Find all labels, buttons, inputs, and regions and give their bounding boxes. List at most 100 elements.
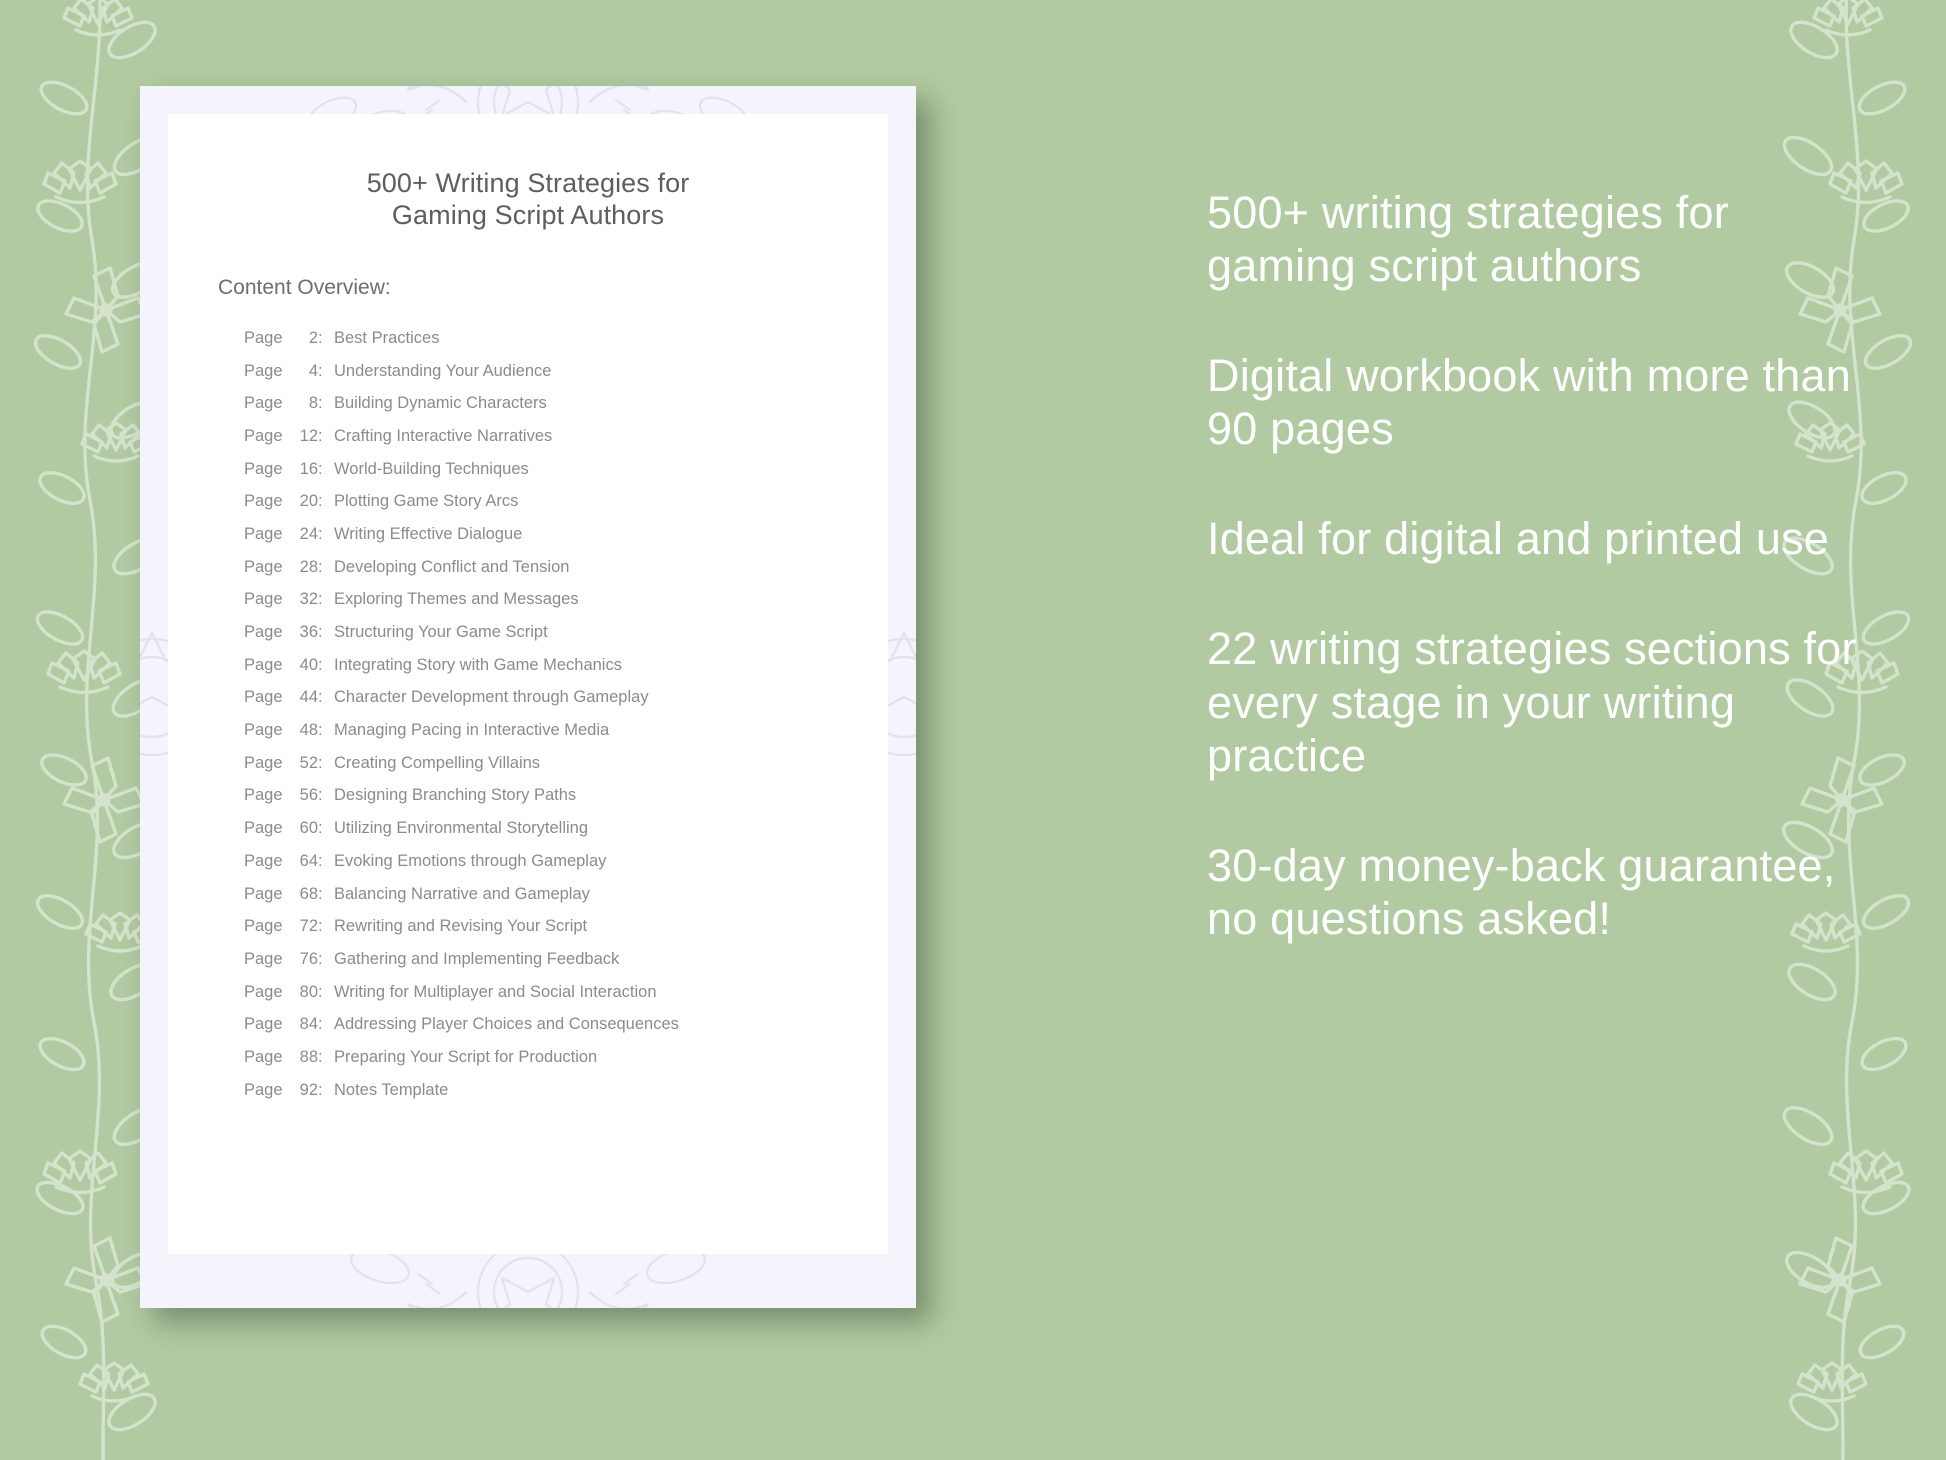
toc-entry-title: Integrating Story with Game Mechanics — [334, 655, 622, 674]
toc-entry-title: Writing Effective Dialogue — [334, 524, 523, 543]
toc-separator: : — [318, 524, 323, 543]
toc-page-word: Page — [244, 459, 283, 478]
toc-entry-title: Rewriting and Revising Your Script — [334, 917, 588, 936]
toc-entry-title: Designing Branching Story Paths — [334, 786, 577, 805]
toc-entry: Page 28: Developing Conflict and Tension — [244, 551, 888, 584]
toc-page-number: 12 — [299, 426, 318, 445]
toc-entry-title: Balancing Narrative and Gameplay — [334, 884, 590, 903]
toc-entry: Page 48: Managing Pacing in Interactive Me… — [244, 714, 888, 747]
toc-entry: Page 72: Rewriting and Revising Your Scrip… — [244, 910, 888, 943]
toc-separator: : — [318, 1080, 323, 1099]
toc-page-word: Page — [244, 655, 283, 674]
poster-canvas: 500+ Writing Strategies for Gaming Scrip… — [0, 0, 1946, 1460]
toc-entry-title: Writing for Multiplayer and Social Inter… — [334, 982, 657, 1001]
toc-page-number: 40 — [299, 655, 318, 674]
toc-entry: Page 56: Designing Branching Story Paths — [244, 779, 888, 812]
promo-block: 22 writing strategies sections for every… — [1207, 623, 1857, 781]
document-preview-card[interactable]: 500+ Writing Strategies for Gaming Scrip… — [140, 86, 916, 1308]
toc-entry: Page 84: Addressing Player Choices and Con… — [244, 1008, 888, 1041]
toc-page-word: Page — [244, 361, 283, 380]
toc-entry: Page 52: Creating Compelling Villains — [244, 747, 888, 780]
table-of-contents: Page 2: Best Practices Page 4: Understanding … — [168, 300, 888, 1107]
toc-page-word: Page — [244, 524, 283, 543]
toc-page-number: 60 — [299, 819, 318, 838]
toc-page-number: 20 — [299, 492, 318, 511]
toc-page-word: Page — [244, 819, 283, 838]
toc-entry: Page 8: Building Dynamic Characters — [244, 387, 888, 420]
toc-page-number: 92 — [299, 1080, 318, 1099]
toc-page-word: Page — [244, 557, 283, 576]
toc-entry-title: World-Building Techniques — [334, 459, 529, 478]
toc-entry: Page 12: Crafting Interactive Narratives — [244, 420, 888, 453]
toc-page-number: 32 — [299, 590, 318, 609]
toc-entry-title: Best Practices — [334, 328, 440, 347]
toc-page-number: 68 — [299, 884, 318, 903]
toc-separator: : — [318, 884, 323, 903]
toc-entry-title: Developing Conflict and Tension — [334, 557, 570, 576]
toc-separator: : — [318, 1047, 323, 1066]
toc-page-word: Page — [244, 721, 283, 740]
toc-page-number: 76 — [299, 949, 318, 968]
toc-page-word: Page — [244, 851, 283, 870]
toc-separator: : — [318, 917, 323, 936]
toc-page-word: Page — [244, 426, 283, 445]
toc-entry: Page 80: Writing for Multiplayer and Socia… — [244, 975, 888, 1008]
toc-separator: : — [318, 721, 323, 740]
toc-page-number: 48 — [299, 721, 318, 740]
toc-entry-title: Addressing Player Choices and Consequenc… — [334, 1015, 679, 1034]
toc-entry: Page 88: Preparing Your Script for Product… — [244, 1041, 888, 1074]
toc-page-number: 44 — [299, 688, 318, 707]
toc-separator: : — [318, 655, 323, 674]
toc-page-number: 4 — [308, 361, 318, 380]
toc-page-word: Page — [244, 394, 283, 413]
toc-entry: Page 16: World-Building Techniques — [244, 452, 888, 485]
toc-entry-title: Plotting Game Story Arcs — [334, 492, 519, 511]
toc-page-word: Page — [244, 623, 283, 641]
toc-page-number: 84 — [299, 1015, 318, 1034]
toc-entry: Page 2: Best Practices — [244, 322, 888, 355]
promo-block: Digital workbook with more than 90 pages — [1207, 350, 1851, 455]
page-title-line-2: Gaming Script Authors — [391, 199, 665, 230]
toc-page-number: 64 — [299, 851, 318, 870]
toc-page-word: Page — [244, 1015, 283, 1034]
toc-separator: : — [318, 557, 323, 576]
toc-separator: : — [318, 851, 323, 870]
toc-entry-title: Character Development through Gameplay — [334, 688, 649, 707]
toc-page-number: 24 — [299, 524, 318, 543]
toc-separator: : — [318, 819, 323, 838]
toc-page-number: 36 — [299, 623, 318, 641]
toc-entry: Page 32: Exploring Themes and Messages — [244, 583, 888, 616]
toc-page-word: Page — [244, 753, 283, 772]
toc-page-word: Page — [244, 949, 283, 968]
toc-entry-title: Notes Template — [334, 1080, 449, 1099]
toc-separator: : — [318, 753, 323, 772]
promo-block: 30-day money-back guarantee, no question… — [1207, 839, 1836, 944]
toc-page-word: Page — [244, 492, 283, 511]
toc-entry-title: Exploring Themes and Messages — [334, 590, 579, 609]
promo-block: 500+ writing strategies for gaming scrip… — [1207, 187, 1729, 292]
toc-page-number: 56 — [299, 786, 318, 805]
toc-separator: : — [318, 688, 323, 707]
toc-page-word: Page — [244, 786, 283, 805]
toc-page-number: 88 — [299, 1047, 318, 1066]
toc-page-number: 72 — [299, 917, 318, 936]
toc-separator: : — [318, 459, 323, 478]
toc-separator: : — [318, 426, 323, 445]
toc-page-word: Page — [244, 590, 283, 609]
toc-separator: : — [318, 786, 323, 805]
toc-entry-title: Structuring Your Game Script — [334, 623, 548, 641]
toc-entry-title: Managing Pacing in Interactive Media — [334, 721, 610, 740]
content-overview-label: Content Overview: — [218, 275, 391, 299]
toc-entry: Page 20: Plotting Game Story Arcs — [244, 485, 888, 518]
document-page: 500+ Writing Strategies for Gaming Scrip… — [168, 114, 888, 1254]
toc-separator: : — [318, 982, 323, 1001]
toc-separator: : — [318, 492, 323, 511]
toc-separator: : — [318, 361, 323, 380]
toc-page-number: 2 — [308, 328, 318, 347]
page-title: 500+ Writing Strategies for Gaming Scrip… — [168, 114, 888, 232]
toc-entry: Page 24: Writing Effective Dialogue — [244, 518, 888, 551]
promo-block: Ideal for digital and printed use — [1207, 513, 1830, 565]
toc-separator: : — [318, 949, 323, 968]
toc-separator: : — [318, 1015, 323, 1034]
toc-page-word: Page — [244, 1047, 283, 1066]
